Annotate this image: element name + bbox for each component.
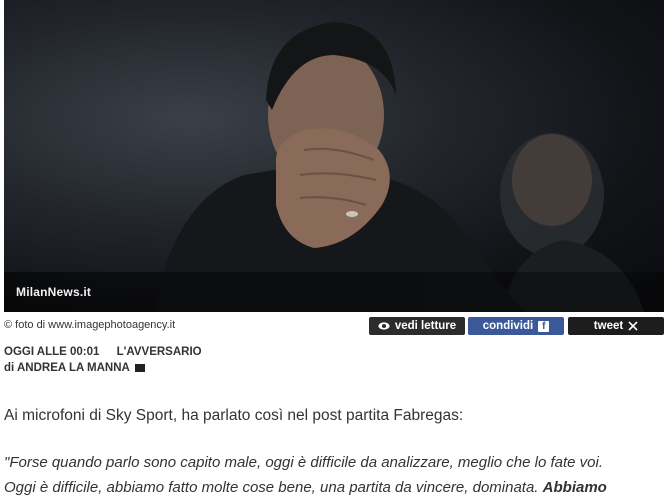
quote-line-1: "Forse quando parlo sono capito male, og…: [4, 454, 604, 471]
flag-icon[interactable]: [134, 363, 145, 373]
author-line: di ANDREA LA MANNA: [4, 362, 145, 374]
photo-credit: © foto di www.imagephotoagency.it: [4, 319, 176, 331]
article-quote: "Forse quando parlo sono capito male, og…: [4, 450, 664, 500]
tweet-button[interactable]: tweet: [568, 317, 664, 335]
publish-date: OGGI ALLE 00:01: [4, 346, 100, 358]
quote-line-2-bold: Abbiamo: [542, 479, 607, 496]
article-category[interactable]: L'AVVERSARIO: [117, 346, 202, 358]
view-reads-label: vedi letture: [394, 320, 457, 332]
view-reads-button[interactable]: vedi letture: [369, 317, 465, 335]
article-intro: Ai microfoni di Sky Sport, ha parlato co…: [4, 407, 464, 424]
photo-watermark: MilanNews.it: [16, 285, 92, 299]
author-name[interactable]: di ANDREA LA MANNA: [4, 362, 130, 374]
eye-icon: [378, 322, 390, 330]
article-photo: MilanNews.it: [4, 0, 664, 312]
share-facebook-button[interactable]: condividi f: [468, 317, 564, 335]
quote-line-2: Oggi è difficile, abbiamo fatto molte co…: [4, 479, 543, 496]
share-label: condividi: [482, 320, 534, 332]
tweet-label: tweet: [593, 320, 624, 332]
article-meta: OGGI ALLE 00:01 L'AVVERSARIO: [4, 346, 202, 358]
watermark-bar: [4, 272, 664, 312]
facebook-icon: f: [538, 320, 550, 332]
photo-illustration: [154, 22, 644, 312]
x-icon: [628, 321, 638, 331]
